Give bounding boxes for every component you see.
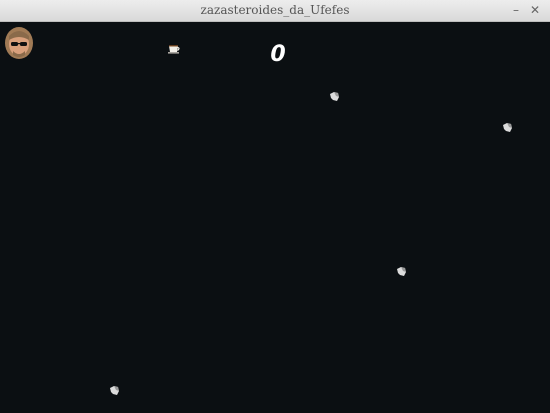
rock-asteroid-icon <box>503 123 512 132</box>
game-canvas[interactable] <box>0 22 550 413</box>
window-title: zazasteroides_da_Ufefes <box>200 3 350 17</box>
rock-asteroid-icon <box>110 386 119 395</box>
rock-asteroid-icon <box>330 92 339 101</box>
coffee-cup-icon <box>168 45 180 54</box>
close-button[interactable]: ✕ <box>528 3 542 17</box>
rock-asteroid-icon <box>397 267 406 276</box>
score-display: 0 <box>270 42 286 67</box>
face-avatar-icon <box>5 27 33 59</box>
minimize-button[interactable]: – <box>509 3 523 17</box>
title-bar[interactable]: zazasteroides_da_Ufefes – ✕ <box>0 0 550 22</box>
game-window: zazasteroides_da_Ufefes – ✕ 0 <box>0 0 550 413</box>
